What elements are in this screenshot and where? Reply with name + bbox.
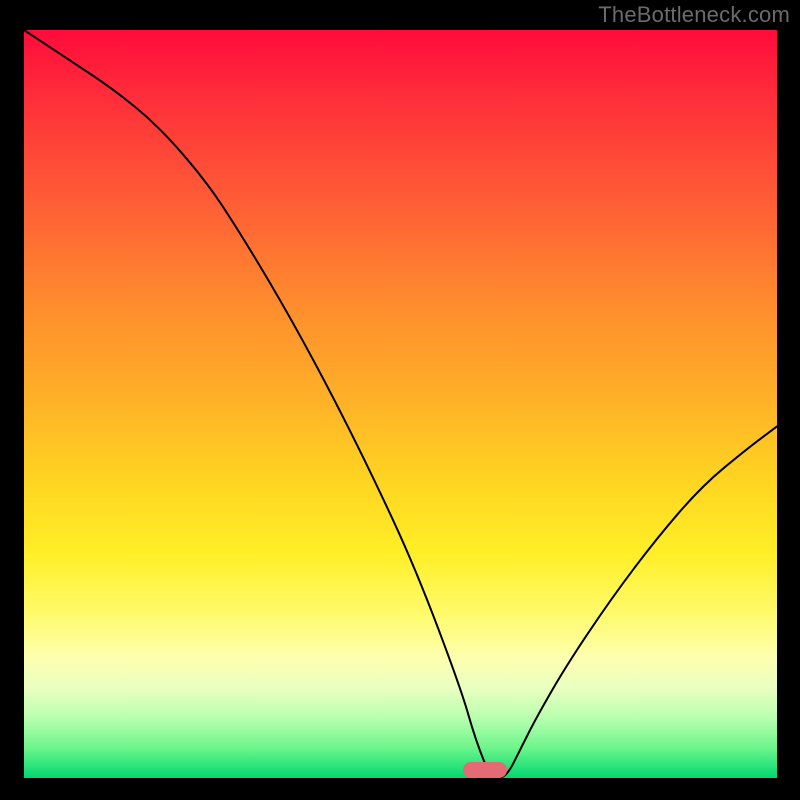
watermark-text: TheBottleneck.com	[598, 2, 790, 28]
optimal-range-marker	[463, 762, 507, 778]
plot-area	[24, 30, 777, 778]
chart-container: TheBottleneck.com	[0, 0, 800, 800]
bottleneck-curve	[24, 30, 777, 778]
